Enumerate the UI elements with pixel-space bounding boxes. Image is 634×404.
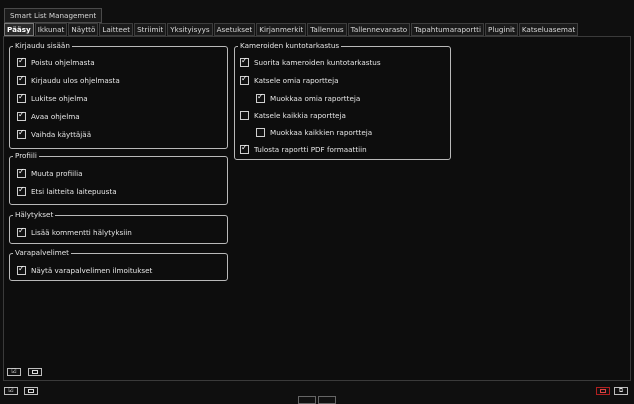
checkbox-label: Suorita kameroiden kuntotarkastus bbox=[254, 57, 381, 67]
checkbox-poistu[interactable] bbox=[17, 56, 26, 67]
check-all-icon: ☑ bbox=[11, 368, 17, 375]
checkbox-nayta-varapalvelin[interactable] bbox=[17, 264, 26, 275]
checkbox-row-nayta-varapalvelin[interactable]: Näytä varapalvelimen ilmoitukset bbox=[17, 264, 152, 276]
checkbox-row-lisaa-kommentti[interactable]: Lisää kommentti hälytyksiin bbox=[17, 226, 132, 238]
checkbox-label: Muokkaa kaikkien raportteja bbox=[270, 127, 373, 137]
checkbox-row-etsi-laitteita[interactable]: Etsi laitteita laitepuusta bbox=[17, 185, 117, 197]
checkbox-lukitse[interactable] bbox=[17, 92, 26, 103]
tab-tallennus[interactable]: Tallennus bbox=[307, 23, 347, 36]
checkbox-label: Katsele omia raportteja bbox=[254, 75, 339, 85]
check-all-icon: ☑ bbox=[8, 387, 14, 394]
group-profiili-title: Profiili bbox=[15, 151, 37, 160]
check-all-button[interactable]: ☑ bbox=[7, 368, 21, 376]
checkbox-row-katsele-kaikkia[interactable]: Katsele kaikkia raportteja bbox=[240, 109, 346, 121]
checkbox-kirjaudu-ulos[interactable] bbox=[17, 74, 26, 85]
checkbox-row-vaihda[interactable]: Vaihda käyttäjää bbox=[17, 128, 91, 140]
checkbox-label: Vaihda käyttäjää bbox=[31, 129, 92, 139]
checkbox-label: Etsi laitteita laitepuusta bbox=[31, 186, 117, 196]
restore-icon bbox=[600, 389, 606, 393]
checkbox-muuta-profiilia[interactable] bbox=[17, 167, 26, 178]
checkbox-muokkaa-omia[interactable] bbox=[256, 92, 265, 103]
checkbox-label: Näytä varapalvelimen ilmoitukset bbox=[31, 265, 153, 275]
checkbox-row-tulosta-pdf[interactable]: Tulosta raportti PDF formaattiin bbox=[240, 143, 367, 155]
popout-icon: ⧉ bbox=[618, 387, 624, 394]
checkbox-lisaa-kommentti[interactable] bbox=[17, 226, 26, 237]
checkbox-katsele-kaikkia[interactable] bbox=[240, 110, 249, 120]
checkbox-label: Lisää kommentti hälytyksiin bbox=[31, 227, 132, 237]
global-uncheck-all-button[interactable] bbox=[24, 387, 38, 395]
tab-tapahtumaraportti[interactable]: Tapahtumaraportti bbox=[411, 23, 484, 36]
checkbox-row-avaa[interactable]: Avaa ohjelma bbox=[17, 110, 80, 122]
popout-button[interactable]: ⧉ bbox=[614, 387, 628, 395]
uncheck-all-button[interactable] bbox=[28, 368, 42, 376]
tab-content-panel: Kirjaudu sisään Poistu ohjelmasta Kirjau… bbox=[3, 36, 631, 381]
restore-button[interactable] bbox=[596, 387, 610, 395]
tab-bar: Pääsy Ikkunat Näyttö Laitteet Striimit Y… bbox=[4, 23, 579, 36]
group-kamerat-title: Kameroiden kuntotarkastus bbox=[240, 41, 340, 50]
tab-asetukset[interactable]: Asetukset bbox=[213, 23, 256, 36]
checkbox-label: Lukitse ohjelma bbox=[31, 93, 88, 103]
checkbox-avaa[interactable] bbox=[17, 110, 26, 121]
checkbox-vaihda[interactable] bbox=[17, 128, 26, 139]
checkbox-row-muokkaa-kaikkien[interactable]: Muokkaa kaikkien raportteja bbox=[256, 126, 372, 138]
checkbox-row-muokkaa-omia[interactable]: Muokkaa omia raportteja bbox=[256, 92, 360, 104]
uncheck-all-icon bbox=[28, 389, 34, 393]
checkbox-row-suorita-kuntotarkastus[interactable]: Suorita kameroiden kuntotarkastus bbox=[240, 56, 381, 68]
tab-yksityisyys[interactable]: Yksityisyys bbox=[167, 23, 213, 36]
group-halytykset-title: Hälytykset bbox=[15, 210, 54, 219]
checkbox-row-muuta-profiilia[interactable]: Muuta profiilia bbox=[17, 167, 83, 179]
group-varapalvelimet-title: Varapalvelimet bbox=[15, 248, 69, 257]
checkbox-label: Muokkaa omia raportteja bbox=[270, 93, 361, 103]
global-check-all-button[interactable]: ☑ bbox=[4, 387, 18, 395]
bottom-handle-right[interactable] bbox=[318, 396, 336, 404]
checkbox-row-katsele-omia[interactable]: Katsele omia raportteja bbox=[240, 74, 339, 86]
tab-striimit[interactable]: Striimit bbox=[134, 23, 167, 36]
checkbox-label: Kirjaudu ulos ohjelmasta bbox=[31, 75, 120, 85]
tab-tallennevarasto[interactable]: Tallennevarasto bbox=[347, 23, 411, 36]
checkbox-row-lukitse[interactable]: Lukitse ohjelma bbox=[17, 92, 88, 104]
checkbox-katsele-omia[interactable] bbox=[240, 74, 249, 85]
window-title-tab[interactable]: Smart List Management bbox=[4, 8, 103, 23]
checkbox-label: Muuta profiilia bbox=[31, 168, 83, 178]
tab-naytto[interactable]: Näyttö bbox=[68, 23, 99, 36]
checkbox-tulosta-pdf[interactable] bbox=[240, 143, 249, 154]
checkbox-row-kirjaudu-ulos[interactable]: Kirjaudu ulos ohjelmasta bbox=[17, 74, 120, 86]
checkbox-row-poistu[interactable]: Poistu ohjelmasta bbox=[17, 56, 95, 68]
checkbox-label: Poistu ohjelmasta bbox=[31, 57, 95, 67]
checkbox-etsi-laitteita[interactable] bbox=[17, 185, 26, 196]
tab-paasy[interactable]: Pääsy bbox=[4, 23, 34, 36]
bottom-handle-left[interactable] bbox=[298, 396, 316, 404]
checkbox-suorita-kuntotarkastus[interactable] bbox=[240, 56, 249, 67]
tab-laitteet[interactable]: Laitteet bbox=[99, 23, 134, 36]
tab-katseluasemat[interactable]: Katseluasemat bbox=[518, 23, 579, 36]
tab-ikkunat[interactable]: Ikkunat bbox=[34, 23, 68, 36]
tab-pluginit[interactable]: Pluginit bbox=[485, 23, 518, 36]
checkbox-label: Avaa ohjelma bbox=[31, 111, 80, 121]
checkbox-label: Tulosta raportti PDF formaattiin bbox=[254, 144, 367, 154]
checkbox-muokkaa-kaikkien[interactable] bbox=[256, 127, 265, 137]
uncheck-all-icon bbox=[32, 370, 38, 374]
tab-kirjanmerkit[interactable]: Kirjanmerkit bbox=[256, 23, 307, 36]
checkbox-label: Katsele kaikkia raportteja bbox=[254, 110, 346, 120]
group-kirjaudu-title: Kirjaudu sisään bbox=[15, 41, 70, 50]
